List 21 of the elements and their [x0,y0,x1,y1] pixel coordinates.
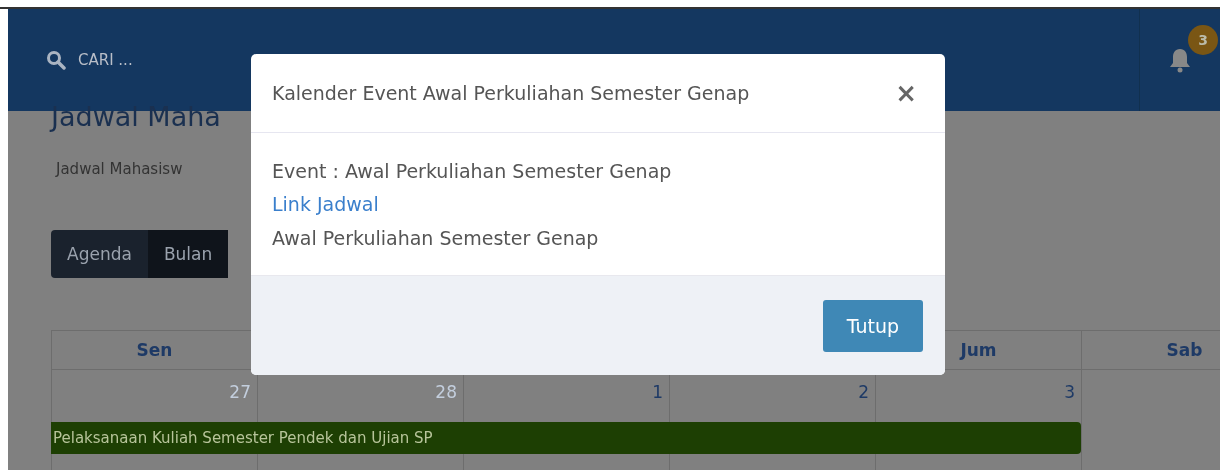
dialog-title: Kalender Event Awal Perkuliahan Semester Genap [272,82,750,104]
event-name-text: Event : Awal Perkuliahan Semester Genap [272,159,673,184]
date-number: 28 [435,382,457,402]
page-title: Jadwal Maha [51,103,221,130]
calendar-event[interactable]: Pelaksanaan Kuliah Semester Pendek dan Ujian SP [51,422,1081,454]
view-tab[interactable]: Agenda [51,230,148,278]
close-button[interactable]: × [891,80,921,106]
date-number: 2 [858,382,869,402]
date-number: 1 [652,382,663,402]
bell-icon[interactable] [1168,47,1192,73]
close-dialog-button[interactable]: Tutup [823,299,923,352]
date-number: 3 [1064,382,1075,402]
event-description: Awal Perkuliahan Semester Genap [272,225,600,251]
date-number: 27 [229,382,251,402]
schedule-link[interactable]: Link Jadwal [272,190,379,220]
search-icon [46,50,66,70]
view-tab[interactable]: Bulan [147,230,229,278]
notification-count-badge: 3 [1188,25,1218,55]
page-subtitle: Jadwal Mahasisw [56,160,183,178]
day-header: Sab [1081,331,1220,370]
search-field[interactable]: CARI ... [76,50,200,70]
